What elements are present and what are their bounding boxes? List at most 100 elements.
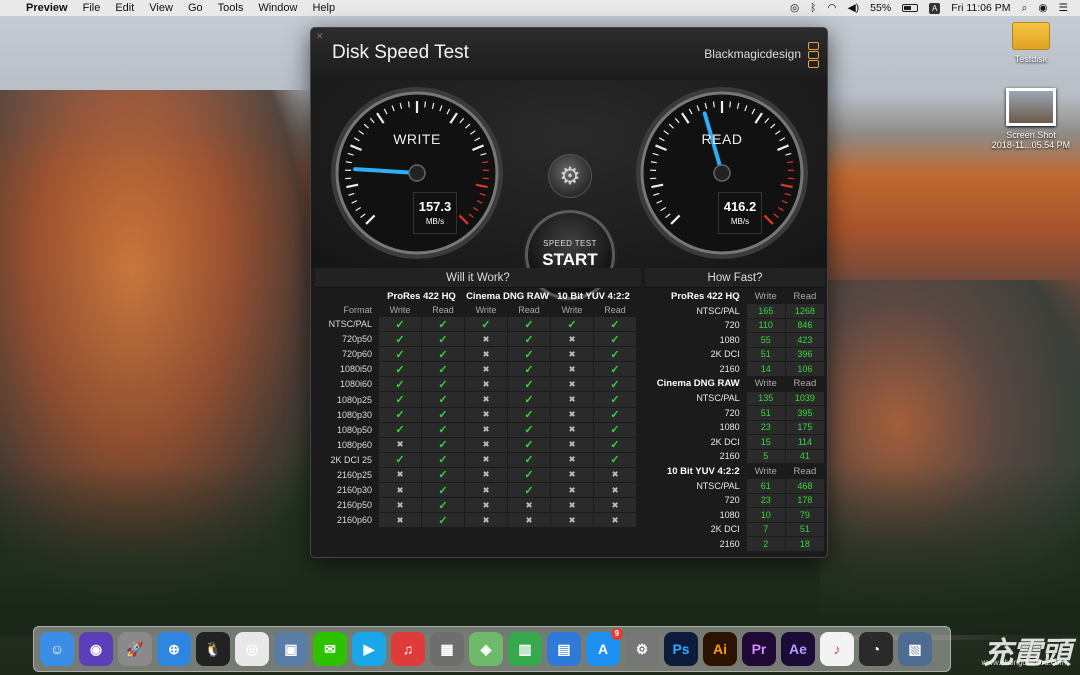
dock-item[interactable]: ◎ <box>235 632 269 666</box>
checkmark-icon: ✓ <box>610 363 620 376</box>
support-cell: ✖ <box>551 422 593 437</box>
battery-icon[interactable] <box>902 4 919 12</box>
support-cell: ✓ <box>551 317 593 332</box>
dock-item[interactable]: Ps <box>664 632 698 666</box>
settings-gear-button[interactable]: ⚙ <box>548 154 592 198</box>
desktop-screenshot-file[interactable]: Screen Shot 2018-11...05.54 PM <box>991 88 1071 150</box>
desktop-drive-label: Testdisk <box>1014 54 1048 64</box>
support-cell: ✖ <box>551 513 593 528</box>
read-column-header: Read <box>432 305 454 315</box>
siri-menu-icon[interactable]: ◉ <box>1038 2 1047 14</box>
cross-icon: ✖ <box>482 439 490 450</box>
menu-help[interactable]: Help <box>312 2 335 14</box>
cross-icon: ✖ <box>568 469 576 480</box>
qq-icon: 🐧 <box>204 640 222 657</box>
dock-item[interactable]: ♫ <box>391 632 425 666</box>
dock-item[interactable]: ▶ <box>352 632 386 666</box>
format-row: 720p60 ✓ ✓ ✖ ✓ ✖ ✓ <box>316 347 636 362</box>
input-source-icon[interactable]: A <box>929 2 941 14</box>
read-fps-value: 846 <box>785 318 824 332</box>
support-cell: ✖ <box>551 467 593 483</box>
menu-window[interactable]: Window <box>258 2 297 14</box>
bluetooth-icon[interactable]: ᛒ <box>810 2 816 14</box>
cross-icon: ✖ <box>611 469 619 480</box>
dock-item[interactable]: ▦ <box>430 632 464 666</box>
checkmark-icon: ✓ <box>524 409 534 422</box>
support-cell: ✓ <box>422 407 464 422</box>
format-label: 2K DCI 25 <box>330 454 372 465</box>
read-fps-value: 1268 <box>785 304 824 318</box>
music-app-icon: ♫ <box>402 641 414 657</box>
dock-item[interactable]: Ai <box>703 632 737 666</box>
cross-icon: ✖ <box>396 514 404 525</box>
creative-cloud-icon[interactable]: ◎ <box>790 2 799 14</box>
battery-percent[interactable]: 55% <box>870 2 891 14</box>
dock-item[interactable]: ▣ <box>274 632 308 666</box>
support-cell: ✓ <box>508 422 550 437</box>
menu-edit[interactable]: Edit <box>115 2 134 14</box>
write-column-header: Write <box>475 305 497 315</box>
dock-item[interactable]: ▧ <box>898 632 932 666</box>
dock-item[interactable]: ◈ <box>469 632 503 666</box>
menu-view[interactable]: View <box>149 2 173 14</box>
dock-item[interactable]: Ae <box>781 632 815 666</box>
support-cell: ✓ <box>379 452 421 467</box>
notification-center-icon[interactable]: ☰ <box>1059 2 1068 14</box>
dock-item[interactable]: ◉ <box>79 632 113 666</box>
menu-file[interactable]: File <box>83 2 101 14</box>
will-it-work-heading: Will it Work? <box>315 268 641 288</box>
close-icon[interactable]: ✕ <box>316 31 324 42</box>
codec-header: ProRes 422 HQ <box>387 290 456 302</box>
dock-item[interactable]: ✉ <box>313 632 347 666</box>
cross-icon: ✖ <box>482 454 490 465</box>
menu-app-name[interactable]: Preview <box>26 2 68 14</box>
menu-go[interactable]: Go <box>188 2 203 14</box>
wifi-icon[interactable]: ◠ <box>827 2 836 14</box>
cross-icon: ✖ <box>396 499 404 510</box>
menubar-clock[interactable]: Fri 11:06 PM <box>951 2 1010 14</box>
format-label: 1080i60 <box>339 379 372 390</box>
dock-item[interactable]: ♪ <box>820 632 854 666</box>
format-row: 720p50 ✓ ✓ ✖ ✓ ✖ ✓ <box>316 332 636 347</box>
dock-item[interactable]: Pr <box>742 632 776 666</box>
desktop-drive[interactable]: Testdisk <box>991 22 1071 64</box>
dock-item[interactable]: ☺ <box>40 632 74 666</box>
codec-header: 10 Bit YUV 4:2:2 <box>557 290 630 302</box>
menu-tools[interactable]: Tools <box>218 2 244 14</box>
dock-item[interactable]: 🚀 <box>118 632 152 666</box>
checkmark-icon: ✓ <box>524 454 534 467</box>
checkmark-icon: ✓ <box>524 318 534 331</box>
checkmark-icon: ✓ <box>438 348 448 361</box>
support-cell: ✓ <box>422 332 464 347</box>
fps-row: NTSC/PAL 61 468 <box>646 479 824 493</box>
checkmark-icon: ✓ <box>395 394 405 407</box>
support-cell: ✓ <box>594 362 636 377</box>
support-cell: ✓ <box>594 332 636 347</box>
support-cell: ✓ <box>422 467 464 483</box>
dock-item[interactable]: ◔ <box>859 632 893 666</box>
after-effects-icon: Ae <box>789 641 807 657</box>
brand-name: Blackmagicdesign <box>704 47 801 61</box>
window-titlebar[interactable]: ✕ Disk Speed Test Blackmagicdesign <box>311 28 827 80</box>
checkmark-icon: ✓ <box>610 409 620 422</box>
support-cell: ✓ <box>508 407 550 422</box>
support-cell: ✓ <box>508 392 550 407</box>
read-fps-value: 423 <box>785 333 824 347</box>
spotlight-search-icon[interactable]: ⌕ <box>1022 2 1028 15</box>
read-column-header: Read <box>793 290 817 302</box>
dock-item[interactable]: A9 <box>586 628 623 666</box>
screenshot-label-line2: 2018-11...05.54 PM <box>991 140 1071 150</box>
support-cell: ✓ <box>422 392 464 407</box>
checkmark-icon: ✓ <box>610 333 620 346</box>
support-cell: ✖ <box>379 483 421 498</box>
dock-item[interactable]: ▤ <box>547 632 581 666</box>
read-fps-value: 41 <box>785 449 824 463</box>
dock-item[interactable]: ▥ <box>508 632 542 666</box>
format-label: NTSC/PAL <box>328 319 372 330</box>
dock-item[interactable]: ⊕ <box>157 632 191 666</box>
dock-item[interactable]: 🐧 <box>196 632 230 666</box>
volume-icon[interactable]: ◀) <box>848 2 860 14</box>
gauge-panel: WRITE 157.3 MB/s ⚙ SPEED TEST START READ… <box>311 80 827 300</box>
dock-item[interactable]: ⚙ <box>625 632 659 666</box>
support-cell: ✓ <box>379 377 421 392</box>
